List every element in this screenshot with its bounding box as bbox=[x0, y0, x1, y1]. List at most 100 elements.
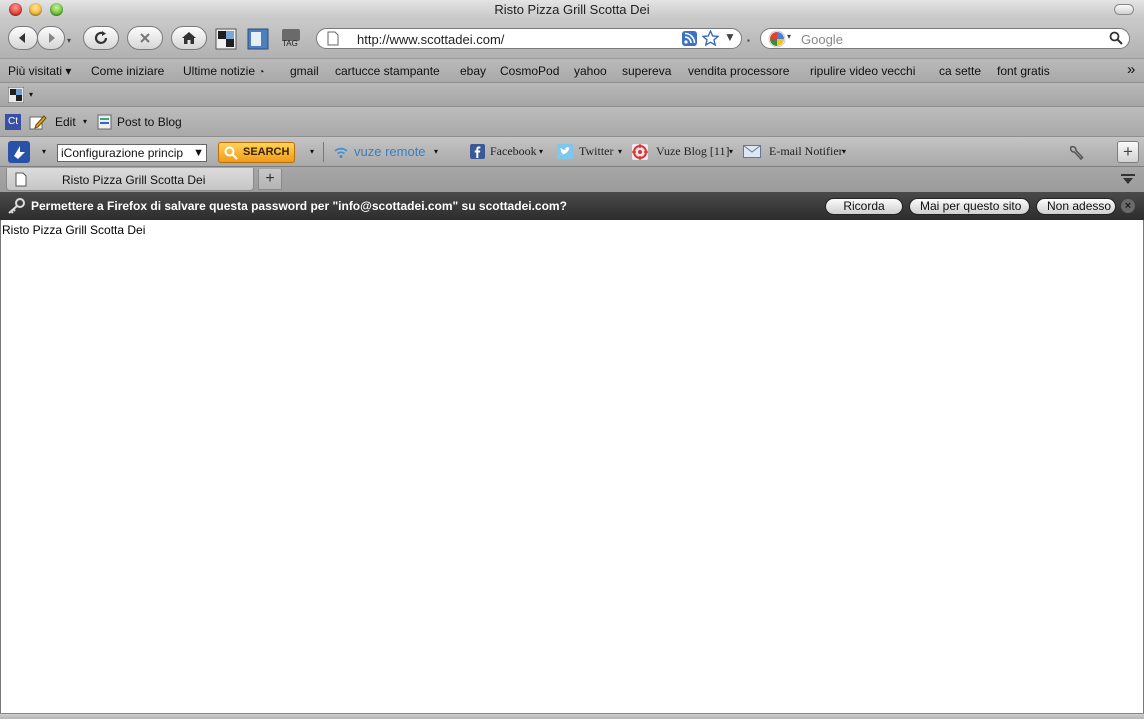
windows-extension-icon[interactable] bbox=[8, 87, 24, 103]
url-bar[interactable]: http://www.scottadei.com/ ▼ bbox=[316, 28, 742, 49]
bookmark-gmail[interactable]: gmail bbox=[290, 64, 319, 78]
vuze-search-button[interactable]: SEARCH bbox=[218, 142, 295, 163]
tab-risto-pizza[interactable]: Risto Pizza Grill Scotta Dei bbox=[6, 168, 254, 191]
edit-dropdown-icon[interactable]: ▾ bbox=[83, 117, 87, 126]
vuze-remote-button[interactable]: vuze remote bbox=[354, 144, 426, 159]
extension-toolbar: ▾ bbox=[0, 82, 1144, 106]
tag-button[interactable]: TAG bbox=[280, 27, 302, 53]
bookmarks-overflow-button[interactable]: » bbox=[1127, 61, 1135, 78]
tab-page-icon bbox=[15, 172, 27, 187]
tab-strip: Risto Pizza Grill Scotta Dei + bbox=[0, 166, 1144, 192]
tab-list-icon[interactable] bbox=[1120, 173, 1136, 185]
search-scope-combo[interactable]: iConfigurazione princip ▼ bbox=[57, 144, 207, 162]
rss-icon[interactable] bbox=[682, 31, 697, 46]
email-notifier-button[interactable]: E-mail Notifier bbox=[769, 144, 843, 159]
wifi-icon bbox=[334, 147, 348, 158]
stop-button[interactable] bbox=[127, 26, 163, 50]
close-notification-icon[interactable]: × bbox=[1121, 199, 1135, 213]
search-dropdown-icon[interactable]: ▾ bbox=[310, 147, 314, 156]
vuze-blog-dropdown-icon[interactable]: ▾ bbox=[729, 147, 733, 156]
bookmark-most-visited[interactable]: Più visitati ▾ bbox=[8, 64, 71, 78]
extension-dropdown-icon[interactable]: ▾ bbox=[29, 90, 33, 99]
page-content: Risto Pizza Grill Scotta Dei bbox=[0, 220, 1144, 715]
remember-button[interactable]: Ricorda bbox=[825, 198, 903, 215]
history-dropdown-icon[interactable]: ▾ bbox=[67, 36, 71, 45]
edit-pencil-icon bbox=[29, 115, 47, 130]
zoom-window-button[interactable] bbox=[50, 3, 63, 16]
new-tab-plus-icon: + bbox=[265, 170, 275, 187]
bookmark-vendita-processore[interactable]: vendita processore bbox=[688, 64, 789, 78]
forward-button[interactable] bbox=[37, 26, 65, 50]
home-button[interactable] bbox=[171, 26, 207, 50]
bookmark-star-icon[interactable] bbox=[702, 30, 719, 47]
bookmarks-toolbar: Più visitati ▾ Come iniziare Ultime noti… bbox=[0, 58, 1144, 82]
new-tab-button[interactable]: + bbox=[258, 169, 282, 190]
search-engine-dropdown-icon[interactable]: ▾ bbox=[787, 32, 791, 41]
bookmark-label: Ultime notizie bbox=[183, 64, 256, 78]
page-text: Risto Pizza Grill Scotta Dei bbox=[2, 223, 146, 237]
blog-toolbar: Ct Edit ▾ Post to Blog bbox=[0, 106, 1144, 136]
search-button-label: SEARCH bbox=[243, 146, 290, 158]
post-to-blog-button[interactable]: Post to Blog bbox=[117, 115, 182, 129]
vuze-blog-icon bbox=[632, 144, 648, 160]
forward-arrow-icon bbox=[49, 33, 55, 43]
search-magnifier-icon bbox=[224, 146, 238, 160]
facebook-dropdown-icon[interactable]: ▾ bbox=[539, 147, 543, 156]
facebook-icon bbox=[470, 144, 485, 159]
magnifier-icon[interactable] bbox=[1109, 31, 1123, 45]
url-dropdown-icon[interactable]: ▼ bbox=[724, 30, 736, 44]
title-bar: Risto Pizza Grill Scotta Dei bbox=[0, 0, 1144, 20]
twitter-icon bbox=[557, 144, 573, 159]
combo-value: iConfigurazione princip bbox=[61, 146, 184, 160]
stop-icon bbox=[140, 33, 150, 43]
search-box[interactable]: ▾ Google bbox=[760, 28, 1130, 49]
reload-button[interactable] bbox=[83, 26, 119, 50]
ct-button[interactable]: Ct bbox=[5, 114, 21, 130]
vuze-toolbar: ▾ iConfigurazione princip ▼ SEARCH ▾ vuz… bbox=[0, 136, 1144, 166]
bookmark-font-gratis[interactable]: font gratis bbox=[997, 64, 1050, 78]
bookmark-yahoo[interactable]: yahoo bbox=[574, 64, 607, 78]
password-notification-bar: Permettere a Firefox di salvare questa p… bbox=[0, 192, 1144, 220]
page-icon bbox=[327, 31, 339, 46]
twitter-dropdown-icon[interactable]: ▾ bbox=[618, 147, 622, 156]
google-engine-icon[interactable] bbox=[768, 30, 786, 48]
combo-dropdown-icon: ▼ bbox=[193, 147, 204, 159]
plus-icon: + bbox=[1123, 142, 1133, 161]
email-notifier-dropdown-icon[interactable]: ▾ bbox=[842, 147, 846, 156]
vuze-remote-dropdown-icon[interactable]: ▾ bbox=[434, 147, 438, 156]
add-toolbar-button[interactable]: + bbox=[1117, 141, 1139, 163]
bookmark-ultime-notizie[interactable]: Ultime notizie ◔ bbox=[183, 64, 264, 78]
password-prompt-text: Permettere a Firefox di salvare questa p… bbox=[31, 199, 567, 213]
vuze-blog-button[interactable]: Vuze Blog [11] bbox=[656, 144, 729, 159]
not-now-button[interactable]: Non adesso bbox=[1036, 198, 1116, 215]
bookmark-come-iniziare[interactable]: Come iniziare bbox=[91, 64, 164, 78]
vuze-menu-dropdown-icon[interactable]: ▾ bbox=[42, 147, 46, 156]
back-button[interactable] bbox=[8, 26, 38, 50]
reload-icon bbox=[94, 31, 108, 44]
close-window-button[interactable] bbox=[9, 3, 22, 16]
toolbar-toggle-button[interactable] bbox=[1114, 4, 1134, 15]
twitter-button[interactable]: Twitter bbox=[579, 144, 613, 159]
home-icon bbox=[182, 32, 196, 44]
never-for-this-site-button[interactable]: Mai per questo sito bbox=[909, 198, 1030, 215]
bookmark-cosmopod[interactable]: CosmoPod bbox=[500, 64, 559, 78]
vuze-logo-icon[interactable] bbox=[8, 141, 30, 163]
bookmark-ca-sette[interactable]: ca sette bbox=[939, 64, 981, 78]
bookmark-ebay[interactable]: ebay bbox=[460, 64, 486, 78]
bookmark-extension-icon[interactable] bbox=[247, 28, 269, 50]
live-feed-icon: ◔ bbox=[258, 67, 265, 78]
separator-dot: ▪ bbox=[747, 36, 750, 45]
facebook-button[interactable]: Facebook bbox=[490, 144, 537, 159]
bookmark-ripulire-video-vecchi[interactable]: ripulire video vecchi bbox=[810, 64, 915, 78]
minimize-window-button[interactable] bbox=[29, 3, 42, 16]
wrench-settings-icon[interactable] bbox=[1067, 144, 1085, 162]
status-bar bbox=[0, 713, 1144, 719]
navigation-toolbar: ▾ TAG http://www.scottadei.com/ ▼ ▪ ▾ Go… bbox=[0, 20, 1144, 58]
edit-button[interactable]: Edit bbox=[55, 115, 76, 129]
back-arrow-icon bbox=[19, 33, 25, 43]
url-text: http://www.scottadei.com/ bbox=[357, 32, 505, 47]
screenshot-extension-icon[interactable] bbox=[215, 28, 237, 50]
bookmark-supereva[interactable]: supereva bbox=[622, 64, 671, 78]
tab-label: Risto Pizza Grill Scotta Dei bbox=[62, 173, 206, 187]
bookmark-cartucce-stampante[interactable]: cartucce stampante bbox=[335, 64, 440, 78]
